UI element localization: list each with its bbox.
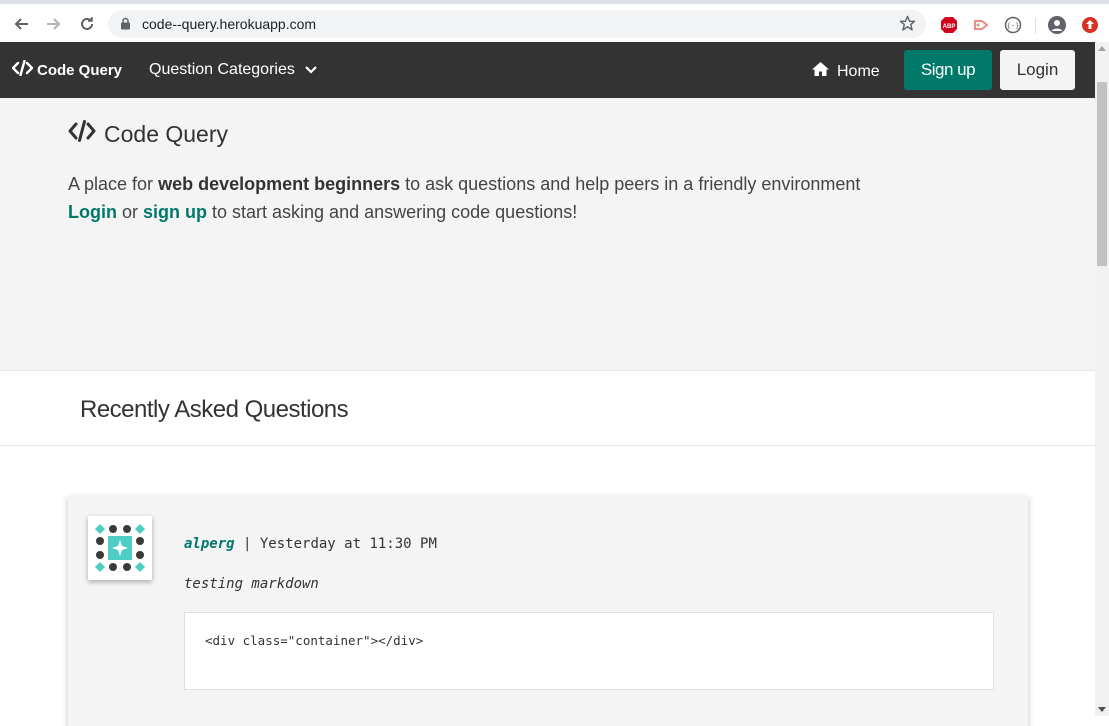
- browser-toolbar: code--query.herokuapp.com ABP {·}: [0, 0, 1109, 42]
- home-icon: [811, 61, 830, 82]
- dev-tools-icon[interactable]: {·}: [1004, 16, 1022, 34]
- adblock-plus-icon[interactable]: ABP: [940, 16, 958, 34]
- question-code-block: <div class="container"></div>: [184, 612, 994, 690]
- cta-suffix: to start asking and answering code quest…: [207, 202, 578, 222]
- question-time: Yesterday at 11:30 PM: [259, 536, 437, 552]
- toolbar-separator: [1035, 18, 1036, 34]
- question-author-link[interactable]: alperg: [184, 536, 235, 552]
- profile-icon[interactable]: [1048, 16, 1066, 34]
- forward-icon[interactable]: [42, 12, 66, 36]
- code-icon: [11, 59, 34, 80]
- hero-title-text: Code Query: [104, 120, 229, 147]
- question-categories-dropdown[interactable]: Question Categories: [149, 61, 317, 79]
- back-icon[interactable]: [9, 12, 33, 36]
- recent-questions-title: Recently Asked Questions: [80, 396, 349, 423]
- bookmark-star-icon[interactable]: [899, 15, 916, 37]
- code-icon: [68, 120, 96, 148]
- svg-text:{·}: {·}: [1007, 22, 1020, 30]
- scroll-up-arrow-icon[interactable]: [1098, 46, 1106, 51]
- login-button[interactable]: Login: [1000, 50, 1075, 90]
- reload-icon[interactable]: [75, 12, 99, 36]
- brand-name: Code Query: [37, 61, 123, 79]
- chevron-down-icon: [305, 61, 317, 79]
- home-link[interactable]: Home: [811, 61, 880, 82]
- question-meta: alperg | Yesterday at 11:30 PM: [184, 536, 437, 552]
- signup-button[interactable]: Sign up: [904, 50, 992, 90]
- url-text: code--query.herokuapp.com: [142, 16, 317, 32]
- categories-label: Question Categories: [149, 61, 295, 78]
- cta-or-text: or: [116, 202, 143, 222]
- tagline-prefix: A place for: [68, 174, 159, 194]
- cast-extension-icon[interactable]: [972, 16, 990, 34]
- scroll-down-arrow-icon[interactable]: [1098, 707, 1106, 712]
- brand-link[interactable]: Code Query: [11, 59, 123, 80]
- recent-questions-header: Recently Asked Questions: [0, 370, 1095, 446]
- meta-separator: |: [234, 536, 260, 552]
- hero-cta-line: Login or sign up to start asking and ans…: [68, 202, 577, 223]
- update-icon[interactable]: [1081, 16, 1099, 34]
- hero-tagline: A place for web development beginners to…: [68, 174, 860, 195]
- tagline-suffix: to ask questions and help peers in a fri…: [400, 174, 861, 194]
- page-scrollbar[interactable]: [1095, 42, 1109, 716]
- code-snippet: <div class="container"></div>: [205, 633, 424, 648]
- hero-title: Code Query: [68, 120, 228, 148]
- home-label: Home: [837, 62, 880, 80]
- question-card[interactable]: alperg | Yesterday at 11:30 PM testing m…: [68, 496, 1028, 726]
- svg-text:ABP: ABP: [943, 24, 956, 30]
- address-bar[interactable]: code--query.herokuapp.com: [108, 10, 926, 38]
- scrollbar-thumb[interactable]: [1097, 82, 1107, 266]
- question-title[interactable]: testing markdown: [184, 576, 319, 592]
- hero-signup-link[interactable]: sign up: [143, 202, 207, 222]
- hero-login-link[interactable]: Login: [68, 202, 117, 222]
- avatar[interactable]: [88, 516, 152, 580]
- lock-icon: [120, 17, 131, 35]
- tagline-bold: web development beginners: [158, 174, 401, 194]
- site-navbar: Code Query Question Categories Home Sign…: [0, 42, 1095, 98]
- hero-section: Code Query A place for web development b…: [0, 98, 1095, 370]
